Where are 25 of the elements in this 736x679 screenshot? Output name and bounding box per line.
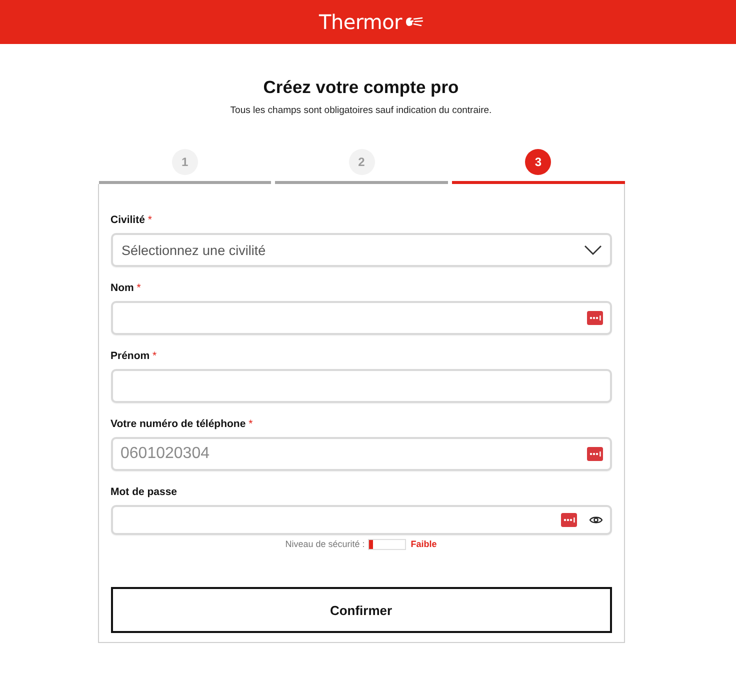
field-label: Nom *: [110, 281, 141, 296]
step-number: 3: [525, 149, 552, 175]
chevron-down-icon: [584, 245, 602, 255]
field-label: Votre numéro de téléphone *: [110, 417, 253, 432]
swoosh-icon: [404, 16, 423, 28]
field-label: Mot de passe: [110, 485, 178, 500]
ellipsis-icon[interactable]: [586, 447, 602, 461]
ellipsis-icon[interactable]: [560, 513, 576, 527]
step-number: 1: [172, 149, 198, 175]
confirm-button[interactable]: Confirmer: [110, 587, 612, 633]
password-field[interactable]: [110, 505, 612, 535]
eye-icon[interactable]: [588, 515, 602, 525]
page-subtitle: Tous les champs sont obligatoires sauf indication du contraire.: [230, 104, 492, 118]
page-title: Créez votre compte pro: [263, 76, 459, 98]
strength-label: Niveau de sécurité :: [285, 538, 365, 550]
text-field[interactable]: 0601020304: [110, 437, 612, 471]
step-number: 2: [348, 149, 374, 175]
text-field[interactable]: [110, 369, 612, 403]
ellipsis-icon[interactable]: [586, 311, 602, 325]
strength-rating: Faible: [410, 538, 437, 550]
text-field[interactable]: [110, 301, 612, 335]
select-field[interactable]: Sélectionnez une civilité: [110, 233, 612, 267]
logo-text[interactable]: Thermor: [319, 10, 402, 34]
field-label: Civilité *: [110, 213, 152, 228]
field-label: Prénom *: [110, 349, 157, 364]
